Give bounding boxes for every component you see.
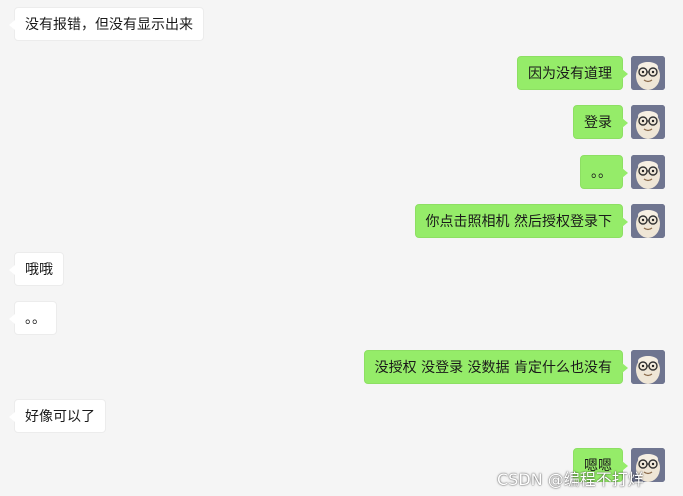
user-avatar-icon[interactable] [631, 56, 665, 90]
message-bubble-sent[interactable]: 你点击照相机 然后授权登录下 [414, 204, 629, 238]
message-row-sent: 因为没有道理 [0, 56, 683, 92]
user-avatar-icon[interactable] [631, 204, 665, 238]
watermark-text: CSDN @编程不打烊 [497, 470, 644, 489]
message-bubble-sent[interactable]: 没授权 没登录 没数据 肯定什么也没有 [363, 350, 629, 384]
message-row-received: 。。 [0, 301, 683, 337]
message-bubble-received[interactable]: 。。 [9, 301, 57, 335]
user-avatar-icon[interactable] [631, 155, 665, 189]
message-bubble-received[interactable]: 没有报错，但没有显示出来 [9, 7, 204, 41]
message-row-received: 哦哦 [0, 252, 683, 288]
message-row-sent: 没授权 没登录 没数据 肯定什么也没有 [0, 350, 683, 386]
message-row-sent: 登录 [0, 105, 683, 141]
message-row-sent: 你点击照相机 然后授权登录下 [0, 204, 683, 240]
message-bubble-received[interactable]: 哦哦 [9, 252, 64, 286]
message-row-received: 好像可以了 [0, 399, 683, 435]
message-bubble-sent[interactable]: 。。 [580, 155, 628, 189]
user-avatar-icon[interactable] [631, 105, 665, 139]
message-bubble-sent[interactable]: 登录 [573, 105, 628, 139]
message-bubble-sent[interactable]: 因为没有道理 [517, 56, 628, 90]
message-row-sent: 。。 [0, 155, 683, 191]
message-row-received: 没有报错，但没有显示出来 [0, 7, 683, 43]
chat-window: 没有报错，但没有显示出来 因为没有道理 登录 。。 你点击照相机 然后授权登录下… [0, 0, 683, 496]
message-bubble-received[interactable]: 好像可以了 [9, 399, 106, 433]
user-avatar-icon[interactable] [631, 350, 665, 384]
